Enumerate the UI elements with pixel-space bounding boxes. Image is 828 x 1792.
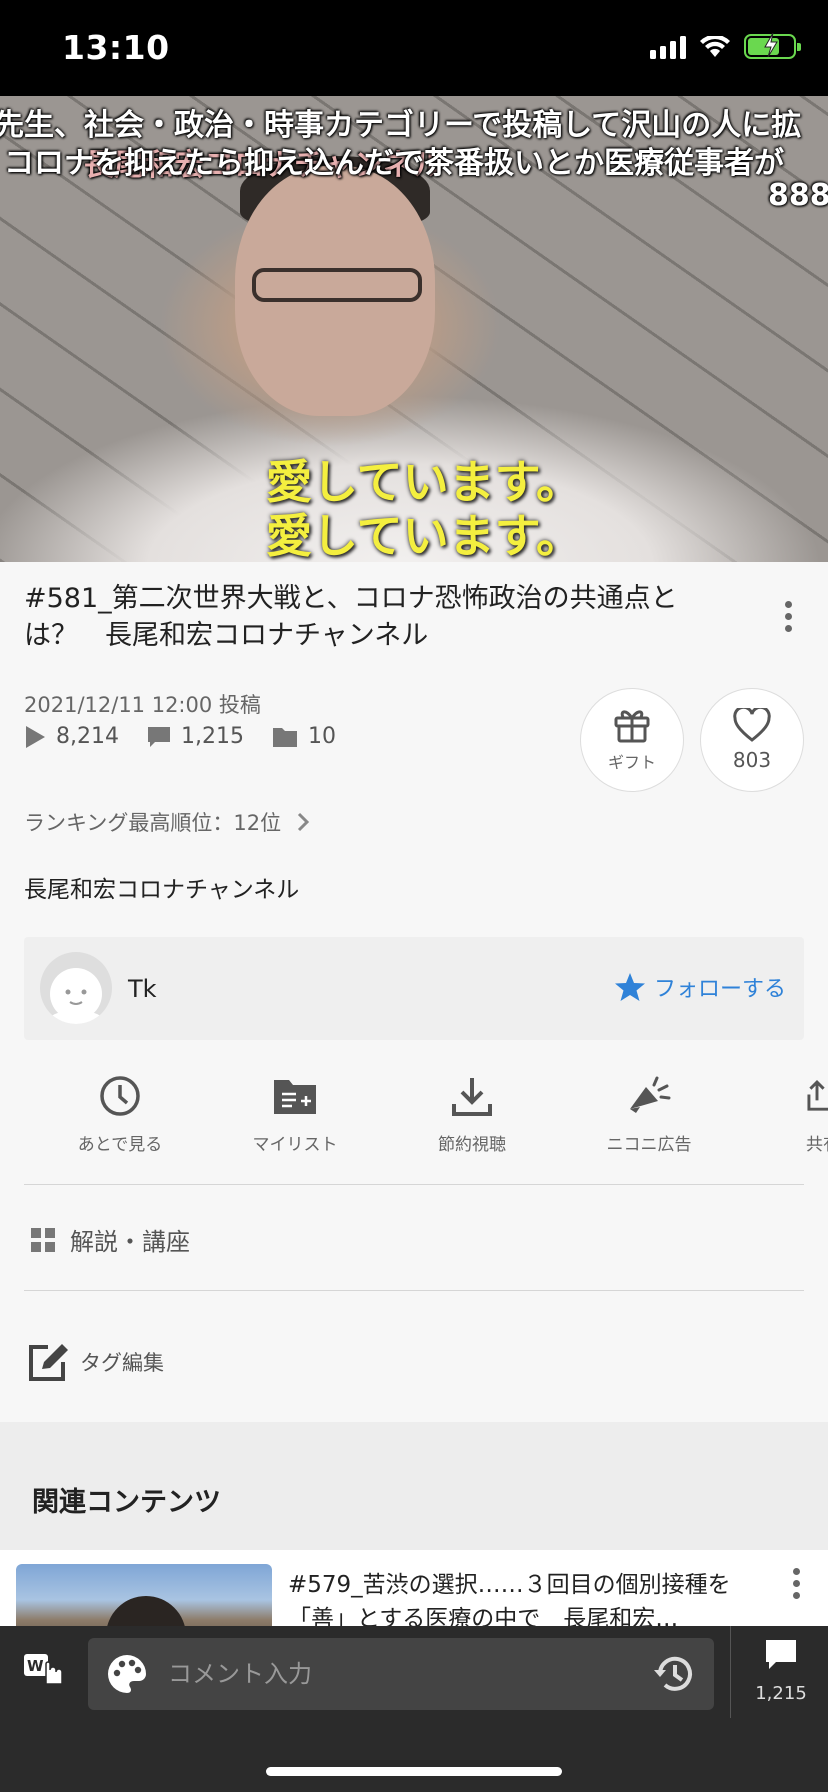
comment-input-box[interactable] (88, 1638, 714, 1710)
comment-list-button[interactable]: 1,215 (746, 1638, 816, 1704)
video-stats: 8,214 1,215 10 (24, 724, 364, 749)
like-button[interactable]: 803 (700, 688, 804, 792)
comment-bubble-icon (766, 1640, 796, 1669)
related-video-item[interactable]: #579_苦渋の選択……３回目の個別接種を「善」とする医療の中で 長尾和宏… (0, 1550, 828, 1626)
divider (730, 1626, 731, 1718)
share-label: 共有 (806, 1135, 828, 1155)
grid-icon (31, 1227, 55, 1252)
folder-icon (272, 727, 297, 747)
video-subtitle: 愛しています。 (265, 509, 583, 562)
gift-icon (614, 710, 650, 743)
nicoad-button[interactable]: ニコニ広告 (579, 1070, 719, 1155)
more-options-icon[interactable] (782, 601, 794, 637)
status-icons (650, 33, 801, 59)
heart-icon (733, 708, 771, 742)
star-icon (614, 973, 645, 1001)
play-icon (26, 725, 45, 748)
avatar[interactable] (40, 952, 112, 1024)
divider (24, 1184, 804, 1185)
category-label: 解説・講座 (70, 1228, 190, 1256)
follow-label: フォローする (653, 977, 786, 1002)
watch-later-label: あとで見る (77, 1135, 163, 1155)
comment-icon (147, 726, 170, 747)
tag-edit-label: タグ編集 (80, 1351, 164, 1375)
history-icon[interactable] (652, 1652, 696, 1696)
video-player[interactable]: 長尾和宏コロナチャンネル 先生、社会・政治・時事カテゴリーで投稿して沢山の人に拡… (0, 96, 828, 562)
mylist-count: 10 (307, 724, 336, 749)
share-icon (807, 1079, 828, 1111)
ranking-text: ランキング最高順位：12位 (24, 811, 282, 835)
chevron-right-icon (298, 812, 310, 832)
clock-icon (100, 1076, 140, 1116)
video-title: #581_第二次世界大戦と、コロナ恐怖政治の共通点とは？ 長尾和宏コロナチャンネ… (24, 583, 678, 651)
action-row: あとで見る マイリスト 節約視聴 ニコニ広告 共有 (0, 1070, 828, 1160)
category-link[interactable]: 解説・講座 (30, 1222, 190, 1257)
status-bar: 13:10 (0, 0, 828, 96)
comment-count: 1,215 (180, 724, 244, 749)
status-time: 13:10 (62, 28, 170, 67)
divider (24, 1290, 804, 1291)
uploader-card[interactable]: Tk フォローする (24, 937, 804, 1040)
mylist-label: マイリスト (252, 1135, 338, 1155)
related-thumbnail[interactable] (16, 1564, 272, 1626)
svg-text:W: W (27, 1657, 44, 1675)
megaphone-icon (630, 1076, 671, 1113)
comment-bar-count: 1,215 (755, 1683, 807, 1704)
uploader-name: Tk (128, 975, 157, 1003)
like-count: 803 (732, 748, 772, 772)
comment-input[interactable] (168, 1654, 608, 1694)
gift-button[interactable]: ギフト (580, 688, 684, 792)
nicoad-label: ニコニ広告 (606, 1135, 692, 1155)
related-title: #579_苦渋の選択……３回目の個別接種を「善」とする医療の中で 長尾和宏… (288, 1572, 731, 1626)
danmaku-comment: コロナを抑えたら抑え込んだで茶番扱いとか医療従事者が (4, 146, 784, 181)
tag-edit-button[interactable]: タグ編集 (28, 1342, 164, 1382)
watch-later-button[interactable]: あとで見る (50, 1070, 190, 1155)
battery-charging-icon (744, 33, 801, 59)
channel-name[interactable]: 長尾和宏コロナチャンネル (24, 870, 299, 904)
economy-view-button[interactable]: 節約視聴 (402, 1070, 542, 1155)
more-options-icon[interactable] (790, 1568, 802, 1604)
cellular-signal-icon (650, 35, 686, 59)
economy-view-label: 節約視聴 (438, 1135, 506, 1155)
comment-bar: W 1,215 (0, 1626, 828, 1792)
view-count: 8,214 (56, 724, 119, 749)
post-date: 2021/12/11 12:00 投稿 (24, 693, 261, 717)
download-icon (452, 1078, 492, 1116)
danmaku-comment: 888 (768, 178, 828, 213)
comment-assist-icon[interactable]: W (22, 1648, 66, 1692)
mylist-add-icon (274, 1080, 316, 1114)
share-button[interactable]: 共有 (756, 1070, 828, 1155)
palette-icon[interactable] (106, 1653, 148, 1695)
follow-button[interactable]: フォローする (614, 971, 786, 1003)
home-indicator[interactable] (266, 1767, 562, 1776)
mylist-button[interactable]: マイリスト (225, 1070, 365, 1155)
ranking-link[interactable]: ランキング最高順位：12位 (24, 807, 313, 837)
gift-label: ギフト (607, 753, 656, 772)
edit-icon (29, 1344, 68, 1381)
wifi-icon (700, 35, 730, 57)
related-heading: 関連コンテンツ (32, 1487, 221, 1518)
